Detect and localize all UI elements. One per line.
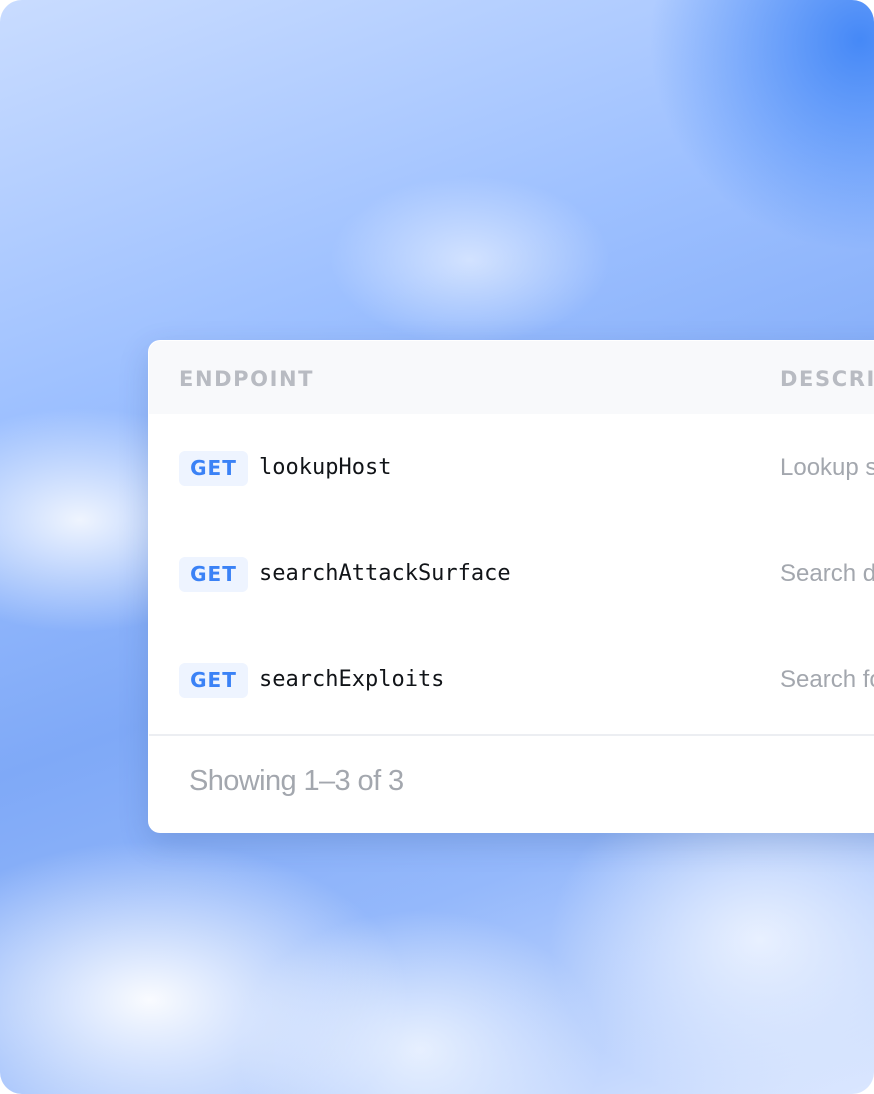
- endpoint-description: Search d: [780, 560, 874, 587]
- column-header-description[interactable]: DESCRI: [780, 367, 874, 391]
- table-row[interactable]: GET lookupHost Lookup s: [149, 414, 874, 520]
- table-row[interactable]: GET searchAttackSurface Search d: [149, 520, 874, 626]
- sky-background: ENDPOINT DESCRI GET lookupHost Lookup s …: [0, 0, 874, 1094]
- column-header-endpoint[interactable]: ENDPOINT: [179, 367, 314, 391]
- endpoint-description: Lookup s: [780, 454, 874, 481]
- method-badge: GET: [179, 557, 248, 592]
- pagination-summary: Showing 1–3 of 3: [189, 765, 404, 797]
- table-footer: Showing 1–3 of 3: [149, 734, 874, 832]
- endpoints-table: ENDPOINT DESCRI GET lookupHost Lookup s …: [148, 340, 874, 833]
- endpoint-name[interactable]: lookupHost: [259, 453, 391, 483]
- endpoint-description: Search fo: [780, 666, 874, 693]
- endpoint-name[interactable]: searchExploits: [259, 665, 444, 695]
- endpoint-name[interactable]: searchAttackSurface: [259, 559, 511, 589]
- table-row[interactable]: GET searchExploits Search fo: [149, 626, 874, 732]
- method-badge: GET: [179, 451, 248, 486]
- table-header: ENDPOINT DESCRI: [149, 341, 874, 414]
- method-badge: GET: [179, 663, 248, 698]
